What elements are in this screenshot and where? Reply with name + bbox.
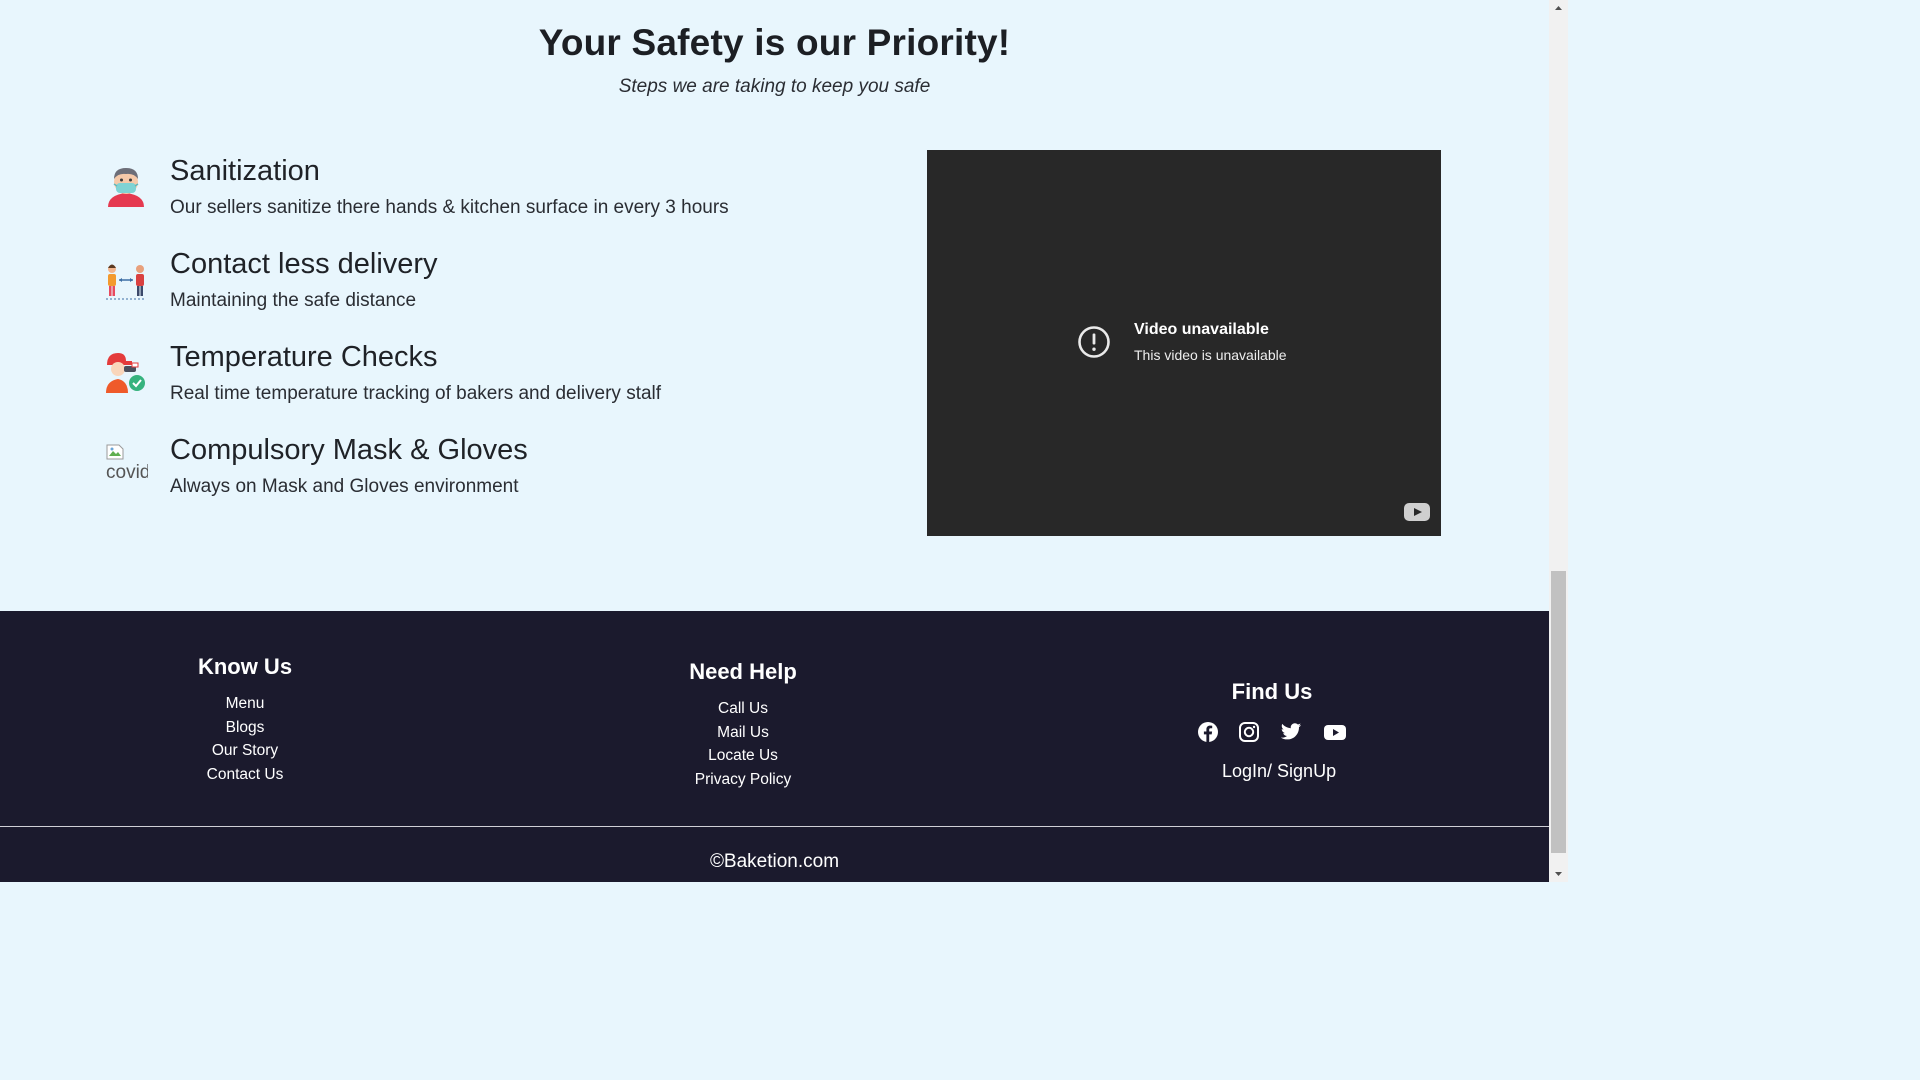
broken-image-icon: covid (104, 442, 148, 488)
safety-title: Your Safety is our Priority! (538, 22, 1011, 63)
feature-mask-gloves: covid Compulsory Mask & Gloves Always on… (104, 434, 884, 514)
embedded-video[interactable]: Video unavailable This video is unavaila… (927, 150, 1441, 536)
footer-link-call-us[interactable]: Call Us (643, 697, 843, 721)
feature-description: Always on Mask and Gloves environment (170, 476, 519, 497)
feature-temperature-checks: Temperature Checks Real time temperature… (104, 341, 884, 421)
feature-title: Temperature Checks (170, 341, 438, 373)
login-signup-link[interactable]: LogIn/ SignUp (1222, 761, 1336, 782)
footer-link-mail-us[interactable]: Mail Us (643, 721, 843, 745)
page-scrollbar[interactable] (1549, 0, 1568, 882)
know-us-heading: Know Us (197, 654, 293, 679)
scroll-down-arrow-icon[interactable] (1549, 865, 1568, 882)
masked-person-icon (104, 163, 148, 209)
feature-description: Real time temperature tracking of bakers… (170, 383, 662, 404)
broken-image: covid (104, 442, 148, 488)
facebook-icon[interactable] (1197, 721, 1219, 743)
instagram-icon[interactable] (1238, 721, 1260, 743)
copyright-text: ©Baketion.com (709, 851, 840, 872)
twitter-icon[interactable] (1280, 721, 1302, 743)
feature-title: Sanitization (170, 155, 320, 187)
footer-divider (0, 826, 1549, 827)
feature-description: Maintaining the safe distance (170, 290, 417, 311)
footer-link-locate-us[interactable]: Locate Us (643, 744, 843, 768)
feature-sanitization: Sanitization Our sellers sanitize there … (104, 155, 884, 235)
image-alt-text: covid (106, 462, 148, 483)
scrollbar-thumb[interactable] (1551, 571, 1566, 853)
youtube-icon[interactable] (1323, 721, 1347, 743)
feature-description: Our sellers sanitize there hands & kitch… (170, 197, 729, 218)
image-placeholder-icon (106, 444, 124, 460)
safety-section: Your Safety is our Priority! Steps we ar… (0, 0, 1549, 611)
safety-subtitle: Steps we are taking to keep you safe (618, 76, 931, 97)
temperature-check-icon (104, 349, 148, 395)
find-us-column: Find Us (1172, 679, 1372, 705)
video-unavailable-title: Video unavailable (1134, 321, 1269, 338)
social-distance-icon (104, 256, 148, 302)
footer-link-blogs[interactable]: Blogs (145, 716, 345, 740)
footer-link-our-story[interactable]: Our Story (145, 739, 345, 763)
footer-link-privacy-policy[interactable]: Privacy Policy (643, 768, 843, 792)
footer-link-menu[interactable]: Menu (145, 692, 345, 716)
footer-link-contact-us[interactable]: Contact Us (145, 763, 345, 787)
youtube-icon[interactable] (1404, 503, 1430, 521)
feature-contactless-delivery: Contact less delivery Maintaining the sa… (104, 248, 884, 328)
need-help-column: Need Help Call Us Mail Us Locate Us Priv… (643, 659, 843, 791)
need-help-heading: Need Help (689, 659, 797, 684)
alert-circle-icon (1078, 326, 1110, 358)
page: Your Safety is our Priority! Steps we ar… (0, 0, 1549, 882)
scroll-up-arrow-icon[interactable] (1549, 0, 1568, 17)
feature-title: Contact less delivery (170, 248, 438, 280)
know-us-column: Know Us Menu Blogs Our Story Contact Us (145, 654, 345, 786)
feature-title: Compulsory Mask & Gloves (170, 434, 528, 466)
video-unavailable-subtitle: This video is unavailable (1134, 347, 1287, 363)
find-us-heading: Find Us (1231, 679, 1313, 704)
footer: Know Us Menu Blogs Our Story Contact Us … (0, 611, 1549, 882)
